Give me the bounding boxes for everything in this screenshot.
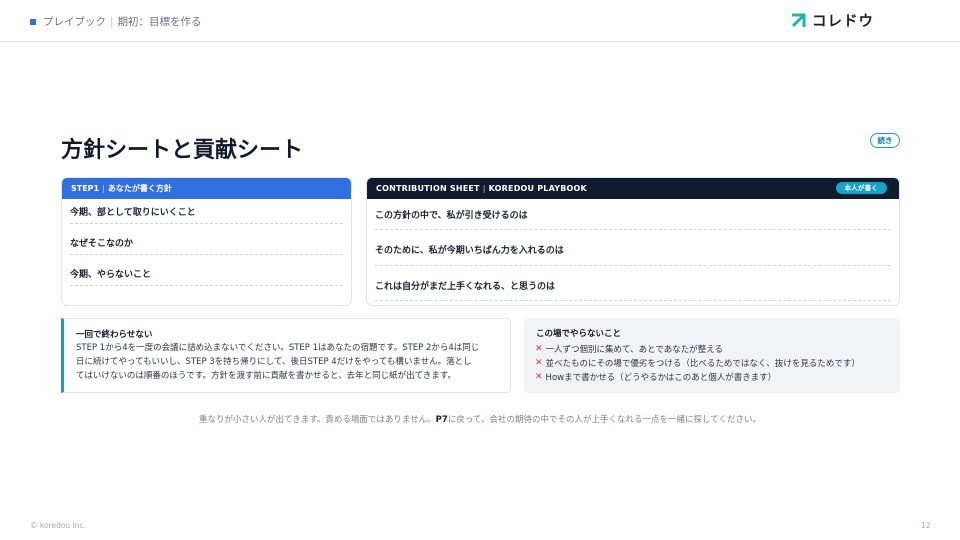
dont-do-text: 一人ずつ個別に集めて、あとであなたが整える [545, 345, 724, 355]
row-divider [375, 300, 891, 301]
breadcrumb-page: 期初：目標を作る [117, 16, 202, 28]
section-marker-icon [30, 18, 36, 25]
top-bar: プレイブック | 期初：目標を作る コレドウ [0, 0, 960, 42]
contribution-sheet-header: CONTRIBUTION SHEET | KOREDOU PLAYBOOK 本人… [367, 178, 899, 199]
dont-do-item: ✕ 一人ずつ個別に集めて、あとであなたが整える [535, 343, 723, 355]
brand-logo[interactable]: コレドウ [790, 10, 874, 31]
policy-sheet-header: STEP1 | あなたが書く方針 [62, 178, 351, 199]
policy-sheet-label: あなたが書く方針 [107, 184, 172, 193]
cross-icon: ✕ [535, 372, 543, 382]
cross-icon: ✕ [535, 358, 543, 368]
contribution-sheet-card: CONTRIBUTION SHEET | KOREDOU PLAYBOOK 本人… [366, 177, 900, 306]
dont-do-box: この場でやらないこと ✕ 一人ずつ個別に集めて、あとであなたが整える ✕ 並べた… [524, 318, 900, 393]
breadcrumb: プレイブック | 期初：目標を作る [30, 14, 202, 29]
contribution-sheet-title: CONTRIBUTION SHEET [376, 184, 480, 193]
breadcrumb-separator: | [110, 15, 114, 28]
dont-do-item: ✕ 並べたものにその場で優劣をつける（比べるためではなく、抜けを見るためです） [535, 357, 860, 369]
callout-line: 日に続けてやってもいいし、STEP 3を持ち帰りにして、後日STEP 4だけをや… [76, 357, 472, 367]
row-divider [375, 229, 891, 230]
dont-do-item: ✕ Howまで書かせる（どうやるかはこのあと個人が書きます） [535, 371, 776, 383]
breadcrumb-section[interactable]: プレイブック [43, 14, 106, 29]
dont-do-text: Howまで書かせる（どうやるかはこのあと個人が書きます） [545, 373, 777, 383]
author-pill: 本人が書く [835, 182, 887, 194]
policy-row: なぜそこなのか [70, 239, 134, 249]
contribution-row: この方針の中で、私が引き受けるのは [375, 211, 528, 221]
row-divider [70, 223, 343, 224]
dont-do-title: この場でやらないこと [536, 329, 622, 339]
header-separator: | [482, 184, 486, 193]
row-divider [70, 285, 343, 286]
page-title: 方針シートと貢献シート [61, 138, 304, 163]
contribution-sheet-subtitle: KOREDOU PLAYBOOK [488, 184, 587, 193]
arrow-logo-icon [791, 13, 806, 27]
brand-name: コレドウ [812, 14, 874, 30]
callout-title: 一回で終わらせない [76, 330, 153, 340]
copyright: © koredou inc. [30, 521, 86, 530]
step-label: STEP1 [71, 184, 100, 193]
callout-line: STEP 1から4を一度の会議に詰め込まないでください。STEP 1はあなたの宿… [76, 343, 480, 353]
row-divider [375, 265, 891, 266]
header-separator: | [102, 184, 105, 193]
page-reference-link[interactable]: P7 [436, 415, 448, 425]
policy-row: 今期、やらないこと [70, 270, 152, 280]
contribution-row: そのために、私が今期いちばん力を入れるのは [375, 246, 564, 256]
footer-note: 重なりが小さい人が出てきます。責める場面ではありません。P7に戻って、会社の期待… [0, 413, 960, 425]
policy-sheet-card: STEP1 | あなたが書く方針 今期、部として取りにいくこと なぜそこなのか … [61, 177, 352, 306]
continued-badge: 続き [870, 133, 900, 148]
cross-icon: ✕ [535, 344, 543, 354]
page-number: 12 [921, 521, 931, 530]
dont-do-text: 並べたものにその場で優劣をつける（比べるためではなく、抜けを見るためです） [545, 359, 860, 369]
row-divider [70, 254, 343, 255]
callout-line: てはいけないのは順番のほうです。方針を渡す前に貢献を書かせると、去年と同じ紙が出… [76, 371, 457, 381]
footer-note-before: 重なりが小さい人が出てきます。責める場面ではありません。 [199, 415, 436, 425]
policy-row: 今期、部として取りにいくこと [70, 208, 196, 218]
contribution-row: これは自分がまだ上手くなれる、と思うのは [375, 282, 556, 292]
callout-note: 一回で終わらせない STEP 1から4を一度の会議に詰め込まないでください。ST… [61, 318, 511, 393]
footer-note-after: に戻って、会社の期待の中でその人が上手くなれる一点を一緒に探してください。 [447, 415, 761, 425]
callout-body: STEP 1から4を一度の会議に詰め込まないでください。STEP 1はあなたの宿… [76, 341, 501, 383]
